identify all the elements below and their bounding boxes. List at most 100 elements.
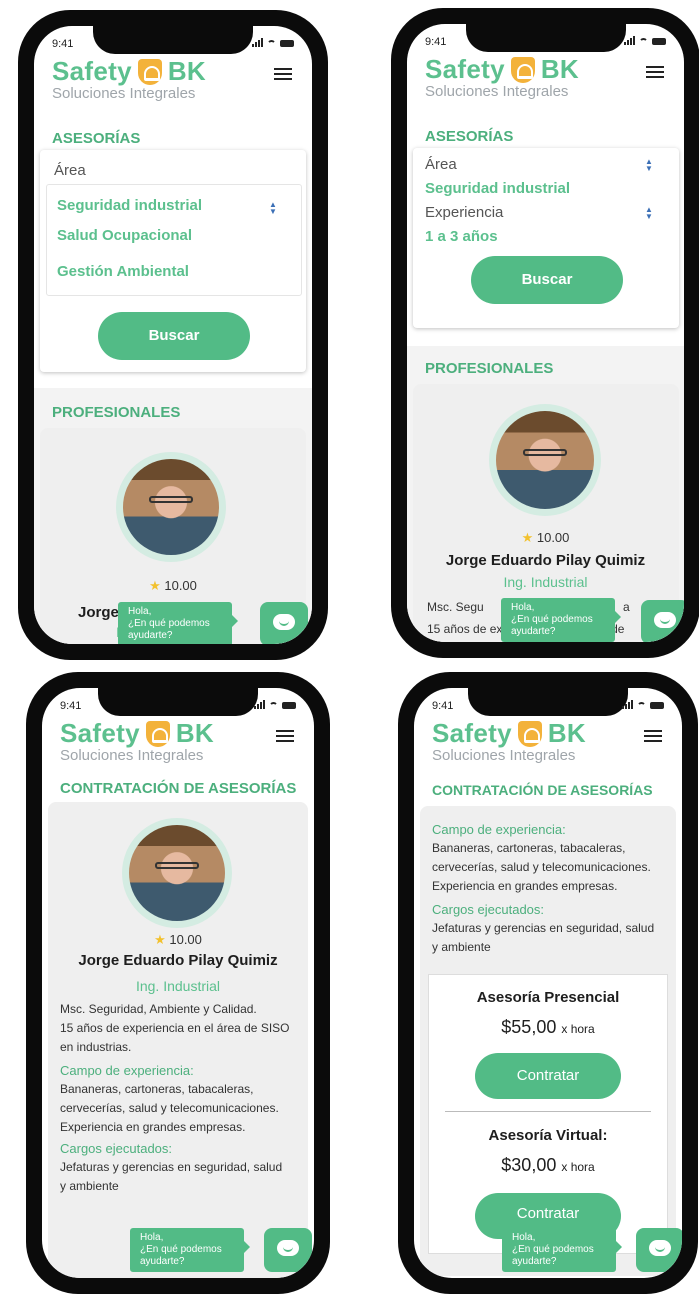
brand-logo[interactable]: Safety BK Soluciones Integrales [425,54,579,100]
area-dropdown-list: Seguridad industrial ▲ ▼ Salud Ocupaciona… [46,184,302,296]
jobs-label: Cargos ejecutados: [432,902,545,917]
rating: ★ 10.00 [42,932,314,948]
shield-icon [517,720,542,747]
section-title: ASESORÍAS [425,128,514,145]
professionals-title: PROFESIONALES [52,404,181,421]
star-icon: ★ [154,932,166,947]
chat-bubble[interactable]: Hola, ¿En qué podemos ayudarte? [118,602,238,644]
experience-value[interactable]: 1 a 3 años [425,228,498,245]
chat-bubble[interactable]: Hola, ¿En qué podemos ayudarte? [502,1228,622,1272]
option-salud-ocupacional[interactable]: Salud Ocupacional [57,227,192,244]
chat-icon[interactable] [260,602,308,644]
star-icon: ★ [521,530,534,545]
option-gestion-ambiental[interactable]: Gestión Ambiental [57,263,189,280]
area-label: Área [425,156,457,173]
hire-presencial-button[interactable]: Contratar [475,1053,621,1099]
pricing-card: Asesoría Presencial $55,00 x hora Contra… [428,974,668,1254]
hamburger-icon[interactable] [646,66,664,81]
chat-bubble[interactable]: Hola, ¿En qué podemos ayudarte? [130,1228,250,1272]
plan-presencial-title: Asesoría Presencial [476,989,620,1006]
section-title: ASESORÍAS [52,130,141,147]
wifi-icon [639,38,648,45]
avatar [489,404,601,516]
notch [468,688,628,716]
section-title: CONTRATACIÓN DE ASESORÍAS [60,780,297,797]
professional-name: Jorge Eduardo Pilay Quimiz [78,952,278,969]
select-arrows-icon[interactable]: ▲ ▼ [645,158,653,173]
select-arrows-icon[interactable]: ▲ ▼ [269,201,277,216]
professional-bio: Msc. Seguridad, Ambiente y Calidad. 15 añ… [60,1000,310,1196]
signal-icon [252,38,263,47]
chat-bubble[interactable]: Hola, ¿En qué podemos ayudarte? [501,598,621,642]
brand-tagline: Soluciones Integrales [60,747,204,764]
rating-value: 10.00 [164,578,197,593]
battery-icon [652,38,666,45]
status-time: 9:41 [432,700,454,712]
shield-icon [145,720,170,747]
brand-name-right: BK [540,54,579,84]
section-title: CONTRATACIÓN DE ASESORÍAS [432,782,653,798]
battery-icon [282,702,296,709]
brand-tagline: Soluciones Integrales [432,747,576,764]
brand-tagline: Soluciones Integrales [52,85,196,102]
wifi-icon [637,702,646,709]
brand-name-left: Safety [60,718,140,748]
plan-virtual-title: Asesoría Virtual: [488,1127,608,1144]
screen-2: 9:41 Safety BK Soluciones Integrales ASES… [407,24,684,642]
phone-1: 9:41 Safety BK Soluciones Integrales ASES… [18,10,328,660]
status-icons [252,38,294,47]
jobs-label: Cargos ejecutados: [60,1141,173,1156]
brand-logo[interactable]: Safety BK Soluciones Integrales [60,718,214,764]
experience-label: Experiencia [425,204,504,221]
professional-bio-partial: Msc. Segu [427,600,484,614]
brand-name-right: BK [167,56,206,86]
status-icons [254,700,296,709]
rating: ★ 10.00 [34,578,312,594]
filter-card: Área ▲ ▼ Seguridad industrial Experiencia… [413,148,679,328]
brand-name-right: BK [547,718,586,748]
profile-details: Campo de experiencia: Bananeras, cartone… [432,820,676,957]
experience-field-label: Campo de experiencia: [60,1063,194,1078]
status-time: 9:41 [60,700,82,712]
notch [98,688,258,716]
professional-role: Ing. Industrial [503,574,588,590]
brand-tagline: Soluciones Integrales [425,83,569,100]
rating-value: 10.00 [169,932,202,947]
plan-virtual-price: $30,00 x hora [501,1155,595,1175]
avatar [116,452,226,562]
brand-logo[interactable]: Safety BK Soluciones Integrales [432,718,586,764]
shield-icon [137,58,162,85]
status-icons [622,700,664,709]
star-icon: ★ [149,578,161,593]
experience-field-label: Campo de experiencia: [432,822,566,837]
notch [465,24,626,52]
wifi-icon [267,40,276,47]
brand-name-left: Safety [432,718,512,748]
chat-icon[interactable] [636,1228,682,1272]
professional-name: Jorge Eduardo Pilay Quimiz [445,552,646,569]
option-seguridad-industrial[interactable]: Seguridad industrial [57,197,202,214]
notch [93,26,253,54]
phone-2: 9:41 Safety BK Soluciones Integrales ASES… [391,8,699,658]
battery-icon [280,40,294,47]
area-value[interactable]: Seguridad industrial [425,180,570,197]
hamburger-icon[interactable] [276,730,294,745]
signal-icon [254,700,265,709]
professional-bio-tail: a [623,600,630,614]
wifi-icon [269,702,278,709]
professional-name: Jorge [78,604,119,621]
hamburger-icon[interactable] [274,68,292,83]
filter-card: Área Seguridad industrial ▲ ▼ Salud Ocupa… [40,150,306,372]
brand-logo[interactable]: Safety BK Soluciones Integrales [52,56,206,102]
plan-presencial-price: $55,00 x hora [501,1017,595,1037]
hamburger-icon[interactable] [644,730,662,745]
select-arrows-icon[interactable]: ▲ ▼ [645,206,653,221]
battery-icon [650,702,664,709]
search-button[interactable]: Buscar [98,312,250,360]
chat-icon[interactable] [641,600,684,642]
signal-icon [624,36,635,45]
brand-name-left: Safety [52,56,132,86]
chat-icon[interactable] [264,1228,312,1272]
search-button[interactable]: Buscar [471,256,623,304]
brand-name-right: BK [175,718,214,748]
